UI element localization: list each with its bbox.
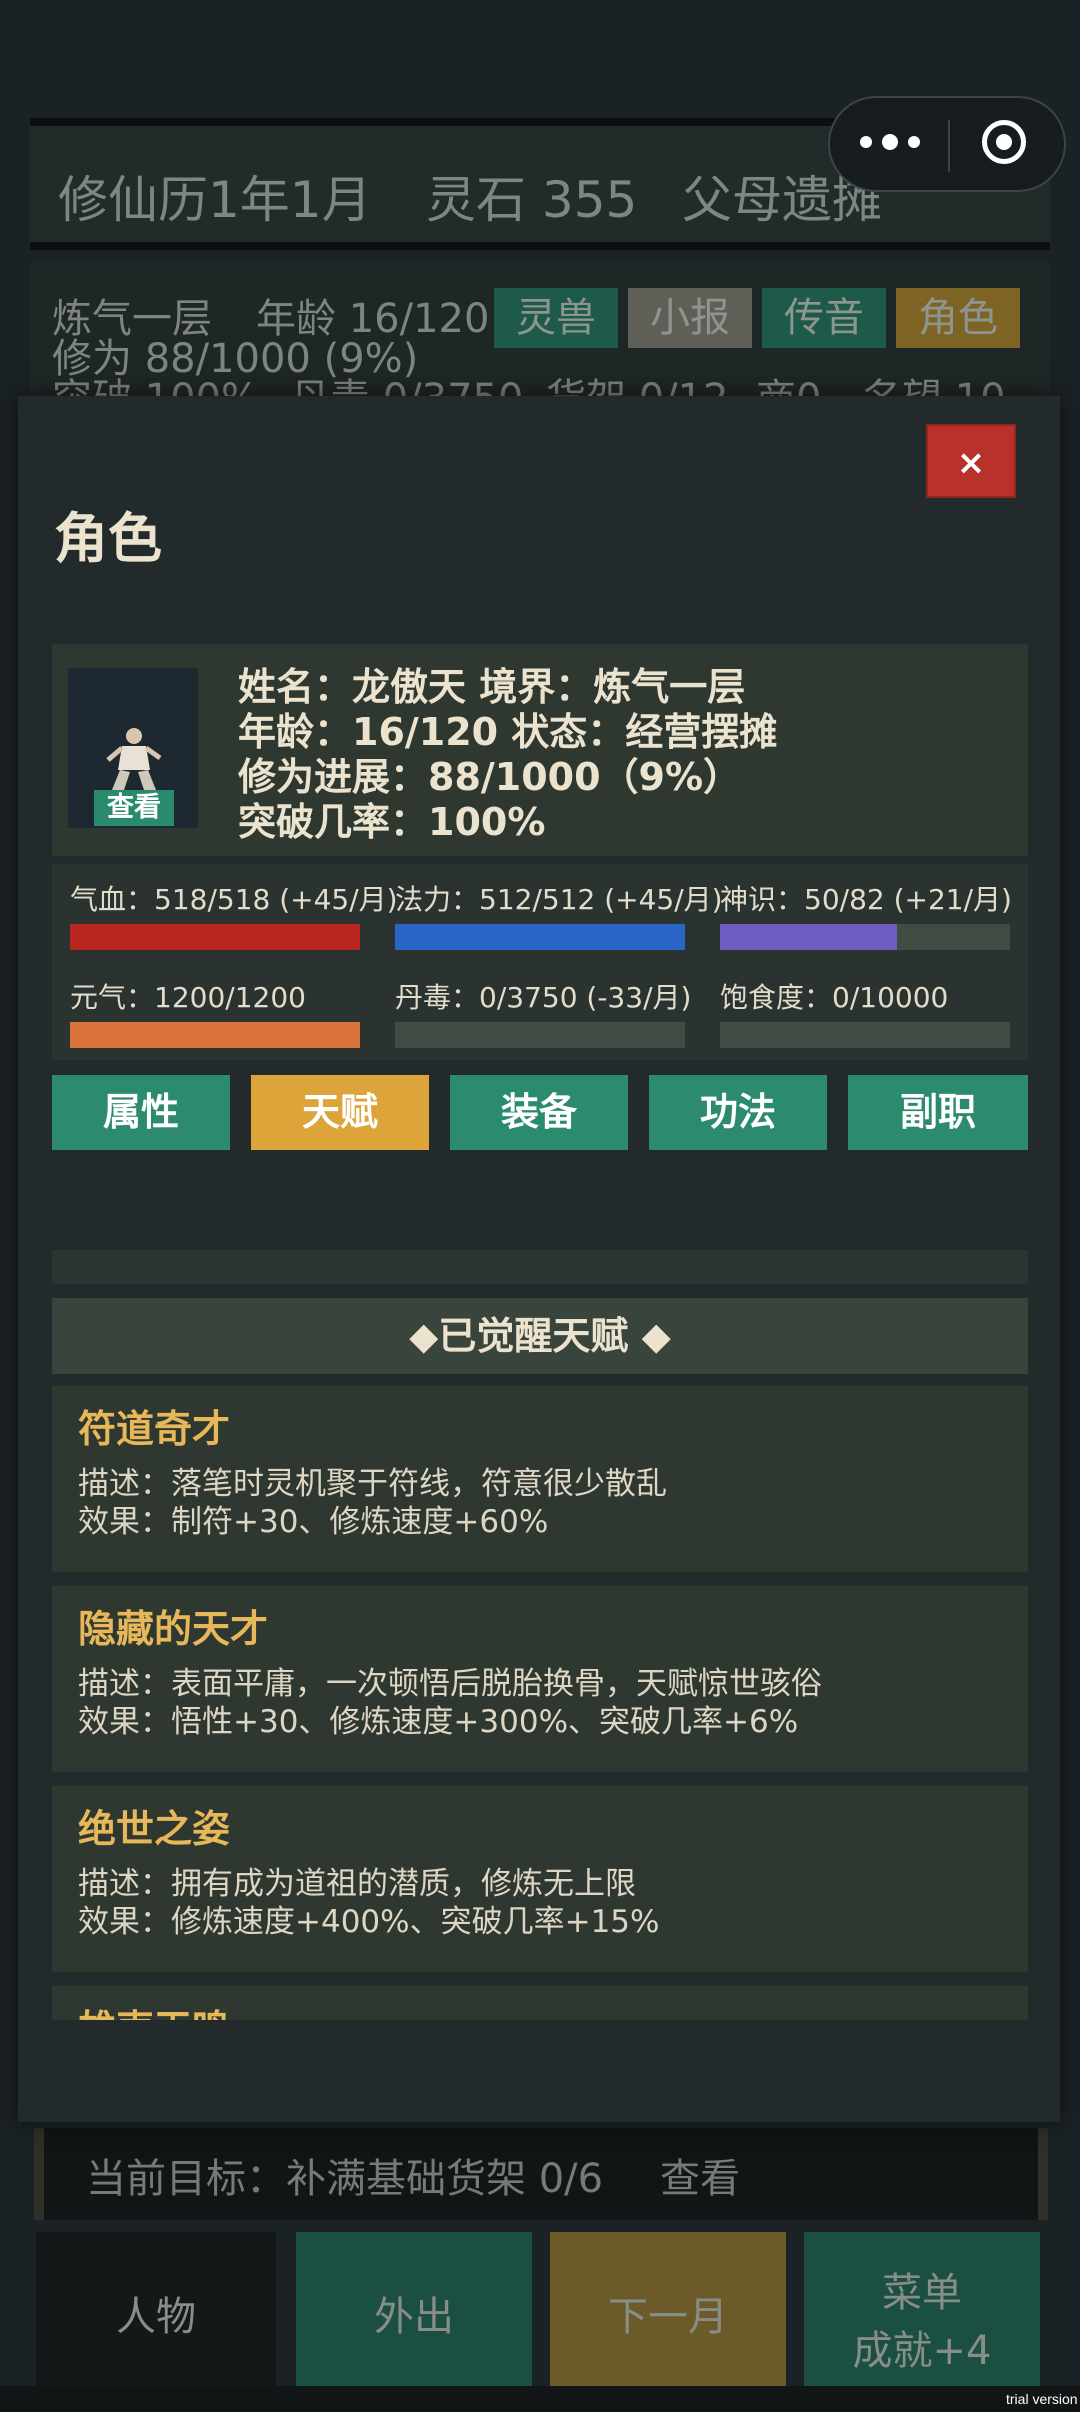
talent-card: 绝世之姿 描述：拥有成为道祖的潜质，修炼无上限 效果：修炼速度+400%、突破几… xyxy=(52,1786,1028,1972)
nav-character-label: 人物 xyxy=(116,2294,196,2340)
calendar-text: 修仙历1年1月 xyxy=(58,171,372,229)
close-miniprogram-icon[interactable] xyxy=(982,120,1026,164)
tab-techniques[interactable]: 功法 xyxy=(649,1075,827,1150)
nav-outing-label: 外出 xyxy=(374,2294,454,2340)
nav-character[interactable]: 人物 xyxy=(36,2232,276,2386)
character-button[interactable]: 角色 xyxy=(896,288,1020,348)
goal-text: 当前目标：补满基础货架 0/6 xyxy=(86,2156,604,2202)
nav-outing[interactable]: 外出 xyxy=(296,2232,532,2386)
nav-menu-label: 菜单 xyxy=(882,2270,962,2316)
close-button[interactable]: × xyxy=(926,424,1016,498)
talent-name: 符道奇才 xyxy=(78,1407,231,1451)
talent-effect: 效果：悟性+30、修炼速度+300%、突破几率+6% xyxy=(78,1704,799,1740)
vital-qi-label: 元气：1200/1200 xyxy=(70,981,306,1014)
mana-label: 法力：512/512 (+45/月) xyxy=(395,883,723,916)
talent-scroll-area[interactable]: ◆已觉醒天赋 ◆ 符道奇才 描述：落笔时灵机聚于符线，符意很少散乱 效果：制符+… xyxy=(52,1200,1028,2020)
bottom-edge xyxy=(0,2386,1080,2412)
talent-effect: 效果：修炼速度+400%、突破几率+15% xyxy=(78,1904,660,1940)
modal-title: 角色 xyxy=(54,507,162,570)
talent-card: 雄声天鸣 xyxy=(52,1986,1028,2020)
hp-bar-fill xyxy=(70,924,360,950)
watermark: trial version xyxy=(1006,2391,1078,2407)
talent-name: 雄声天鸣 xyxy=(78,1998,230,2020)
talent-name: 绝世之姿 xyxy=(78,1807,231,1851)
talent-name: 隐藏的天才 xyxy=(78,1607,269,1651)
satiety-bar xyxy=(720,1022,1010,1048)
more-icon[interactable] xyxy=(860,128,920,158)
hp-label: 气血：518/518 (+45/月) xyxy=(70,883,398,916)
hp-bar xyxy=(70,924,360,950)
pill-poison-label: 丹毒：0/3750 (-33/月) xyxy=(395,981,692,1014)
spirit-stones-text: 灵石 355 xyxy=(426,171,638,229)
newspaper-button[interactable]: 小报 xyxy=(628,288,752,348)
tab-talents[interactable]: 天赋 xyxy=(251,1075,429,1150)
talent-card: 隐藏的天才 描述：表面平庸，一次顿悟后脱胎换骨，天赋惊世骇俗 效果：悟性+30、… xyxy=(52,1586,1028,1772)
view-avatar-button[interactable]: 查看 xyxy=(94,790,174,826)
satiety-label: 饱食度：0/10000 xyxy=(720,981,949,1014)
current-goal-bar: 当前目标：补满基础货架 0/6 查看 xyxy=(34,2128,1048,2220)
spirit-beast-button[interactable]: 灵兽 xyxy=(494,288,618,348)
mana-bar-fill xyxy=(395,924,685,950)
tab-equipment[interactable]: 装备 xyxy=(450,1075,628,1150)
pill-poison-bar xyxy=(395,1022,685,1048)
nav-achievements-label: 成就+4 xyxy=(852,2328,992,2374)
awakened-talents-heading: ◆已觉醒天赋 ◆ xyxy=(52,1298,1028,1374)
vital-qi-bar xyxy=(70,1022,360,1048)
profile-breakthrough-chance: 突破几率：100% xyxy=(238,800,546,844)
spirit-sense-bar xyxy=(720,924,1010,950)
vital-qi-bar-fill xyxy=(70,1022,360,1048)
nav-next-month[interactable]: 下一月 xyxy=(550,2232,786,2386)
talent-effect: 效果：制符+30、修炼速度+60% xyxy=(78,1504,549,1540)
tab-side-profession[interactable]: 副职 xyxy=(848,1075,1028,1150)
nav-next-month-label: 下一月 xyxy=(608,2294,728,2340)
tab-attributes[interactable]: 属性 xyxy=(52,1075,230,1150)
divider-strip xyxy=(52,1250,1028,1284)
talent-card: 符道奇才 描述：落笔时灵机聚于符线，符意很少散乱 效果：制符+30、修炼速度+6… xyxy=(52,1386,1028,1572)
spirit-sense-bar-fill xyxy=(720,924,897,950)
mana-bar xyxy=(395,924,685,950)
goal-view-link[interactable]: 查看 xyxy=(660,2146,740,2204)
cultivator-figure-icon xyxy=(106,728,162,790)
spirit-sense-label: 神识：50/82 (+21/月) xyxy=(720,883,1012,916)
nav-menu[interactable]: 菜单 成就+4 xyxy=(804,2232,1040,2386)
miniprogram-capsule xyxy=(828,96,1066,192)
message-button[interactable]: 传音 xyxy=(762,288,886,348)
